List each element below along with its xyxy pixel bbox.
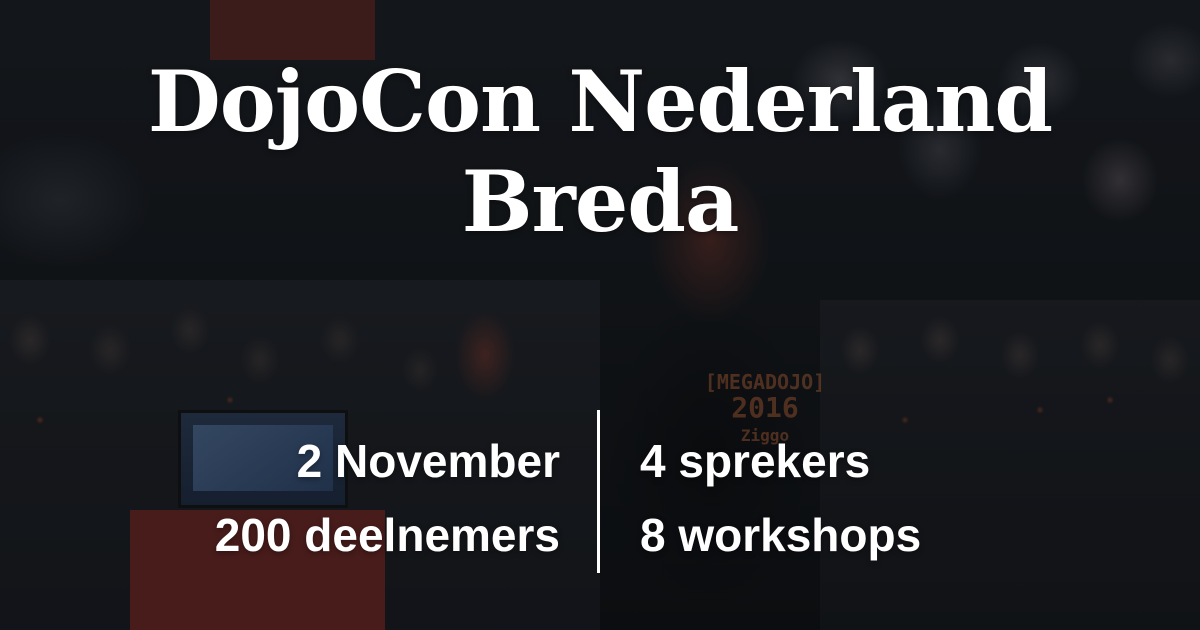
event-title-line: DojoCon Nederland (147, 52, 1053, 151)
event-banner: [MEGADOJO] 2016 Ziggo DojoCon Nederland … (0, 0, 1200, 630)
workshop-count: 8 workshops (640, 509, 922, 561)
stats-divider (597, 410, 600, 573)
attendee-count: 200 deelnemers (214, 509, 560, 561)
event-stats: 2 November 200 deelnemers 4 sprekers 8 w… (0, 410, 1200, 575)
event-date: 2 November (296, 435, 560, 487)
stats-right-column: 4 sprekers 8 workshops (640, 424, 921, 572)
speaker-count: 4 sprekers (640, 435, 871, 487)
event-title: DojoCon Nederland Breda (0, 52, 1200, 252)
stats-left-column: 2 November 200 deelnemers (215, 424, 560, 572)
event-location: Breda (461, 152, 740, 251)
